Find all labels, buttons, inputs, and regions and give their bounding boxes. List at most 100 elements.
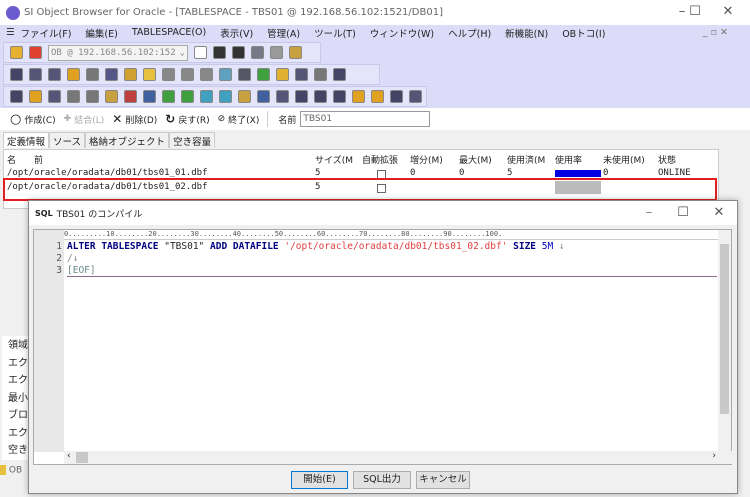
close-button[interactable]: ✕ [709, 205, 729, 220]
col-size[interactable]: サイズ(M [315, 153, 353, 166]
wand-icon[interactable] [371, 90, 384, 103]
dialog-title: TBS01 のコンパイル [56, 209, 143, 220]
table2-icon[interactable] [162, 90, 175, 103]
monitor-icon[interactable] [295, 68, 308, 81]
toolbar-area: OB @ 192.168.56.102:152 ⌄ [0, 40, 750, 108]
menu-edit[interactable]: 編集(E) [85, 26, 117, 40]
window-icon[interactable] [276, 90, 289, 103]
cancel-button[interactable]: キャンセル [416, 471, 470, 489]
col-increment[interactable]: 増分(M) [410, 153, 443, 166]
horizontal-scrollbar[interactable]: ‹ › [64, 451, 732, 464]
calendar-icon[interactable] [48, 90, 61, 103]
grid-header: 名 前 サイズ(M 自動拡張 増分(M) 最大(M) 使用済(M 使用率 未使用… [4, 152, 718, 166]
grid-icon[interactable] [10, 90, 23, 103]
column-icon[interactable] [219, 90, 232, 103]
menu-help[interactable]: ヘルプ(H) [448, 26, 491, 40]
add-connection-icon[interactable] [10, 46, 23, 59]
user-icon[interactable] [67, 68, 80, 81]
table-icon[interactable] [143, 90, 156, 103]
maximize-button[interactable]: ☐ [685, 4, 705, 19]
form2-icon[interactable] [333, 90, 346, 103]
menu-tools[interactable]: ツール(T) [314, 26, 356, 40]
remove-connection-icon[interactable] [29, 46, 42, 59]
recycle-icon[interactable] [219, 68, 232, 81]
status-bar: OB [0, 465, 28, 481]
report-icon[interactable] [276, 68, 289, 81]
database-icon[interactable] [86, 68, 99, 81]
package-icon[interactable] [67, 90, 80, 103]
toolbar-row-1: OB @ 192.168.56.102:152 ⌄ [3, 42, 321, 63]
menu-ob-topics[interactable]: OBトコ(I) [562, 26, 605, 40]
form-icon[interactable] [314, 90, 327, 103]
col-used[interactable]: 使用済(M [507, 153, 545, 166]
vertical-scrollbar[interactable] [718, 230, 731, 452]
sync-icon[interactable] [257, 68, 270, 81]
sql-output-button[interactable]: SQL出力 [353, 471, 411, 489]
menu-window[interactable]: ウィンドウ(W) [370, 26, 434, 40]
sql-editor[interactable]: 1 2 3 0.........10........20........30..… [33, 229, 732, 465]
book-icon[interactable] [390, 90, 403, 103]
column-add-icon[interactable] [200, 90, 213, 103]
close-button[interactable]: ✕ [718, 4, 738, 19]
stack-icon[interactable] [86, 90, 99, 103]
clock-icon[interactable] [238, 68, 251, 81]
cut-icon[interactable] [251, 46, 264, 59]
create-button[interactable]: ○ 作成(C) [10, 112, 56, 127]
exit-button[interactable]: ⊘ 終了(X) [218, 113, 260, 126]
table-view-icon[interactable] [48, 68, 61, 81]
join-button[interactable]: ✚ 結合(L) [64, 113, 105, 126]
menu-file[interactable]: ファイル(F) [21, 26, 72, 40]
table-red-icon[interactable] [124, 90, 137, 103]
number-icon[interactable] [257, 90, 270, 103]
object-toolbar: ○ 作成(C) ✚ 結合(L) ✕ 削除(D) ↻ 戻す(R) ⊘ 終了(X) 名前 TB… [0, 108, 750, 130]
tab-stored-objects[interactable]: 格納オブジェクト [85, 132, 170, 148]
computer-icon[interactable] [105, 68, 118, 81]
circle-icon[interactable] [194, 46, 207, 59]
menu-admin[interactable]: 管理(A) [267, 26, 300, 40]
sql-icon: SQL [35, 208, 53, 218]
revert-button[interactable]: ↻ 戻す(R) [165, 112, 209, 126]
start-button[interactable]: 開始(E) [291, 471, 348, 489]
menu-tablespace[interactable]: TABLESPACE(O) [132, 27, 206, 38]
sql-icon[interactable] [10, 68, 23, 81]
light-icon[interactable] [409, 90, 422, 103]
page-icon[interactable] [162, 68, 175, 81]
col-max[interactable]: 最大(M) [459, 153, 492, 166]
connection-select[interactable]: OB @ 192.168.56.102:152 ⌄ [48, 44, 188, 61]
copy-icon[interactable] [270, 46, 283, 59]
mdi-controls[interactable]: _ ▫ ✕ [703, 27, 728, 38]
tab-source[interactable]: ソース [49, 132, 86, 148]
delete-button[interactable]: ✕ 削除(D) [112, 112, 157, 126]
refresh-icon[interactable] [213, 46, 226, 59]
label: エク [8, 375, 28, 386]
ruler: 0.........10........20........30........… [64, 230, 719, 240]
menu-new-features[interactable]: 新機能(N) [505, 26, 548, 40]
paste-icon[interactable] [289, 46, 302, 59]
folder-icon[interactable] [105, 90, 118, 103]
table3-icon[interactable] [181, 90, 194, 103]
tab-definition[interactable]: 定義情報 [3, 132, 50, 148]
star-icon[interactable] [238, 90, 251, 103]
col-autoextend[interactable]: 自動拡張 [362, 153, 398, 166]
maximize-button[interactable]: ☐ [673, 205, 693, 220]
menu-view[interactable]: 表示(V) [220, 26, 253, 40]
undo-icon[interactable] [232, 46, 245, 59]
col-status[interactable]: 状態 [658, 153, 676, 166]
cylinder-icon[interactable] [143, 68, 156, 81]
col-unused[interactable]: 未使用(M) [603, 153, 645, 166]
key-icon[interactable] [29, 90, 42, 103]
script-icon[interactable] [29, 68, 42, 81]
tab-bar: 定義情報 ソース 格納オブジェクト 空き容量 [3, 132, 216, 148]
minimize-button[interactable]: – [639, 205, 659, 220]
name-input[interactable]: TBS01 [300, 111, 431, 127]
tab-free-space[interactable]: 空き容量 [169, 132, 216, 148]
arrow-icon[interactable] [295, 90, 308, 103]
rect-icon[interactable] [181, 68, 194, 81]
col-usage[interactable]: 使用率 [555, 153, 582, 166]
lock-icon[interactable] [124, 68, 137, 81]
col-name[interactable]: 名 前 [7, 153, 43, 166]
chat-icon[interactable] [314, 68, 327, 81]
loop-icon[interactable] [352, 90, 365, 103]
export-icon[interactable] [333, 68, 346, 81]
copy-doc-icon[interactable] [200, 68, 213, 81]
